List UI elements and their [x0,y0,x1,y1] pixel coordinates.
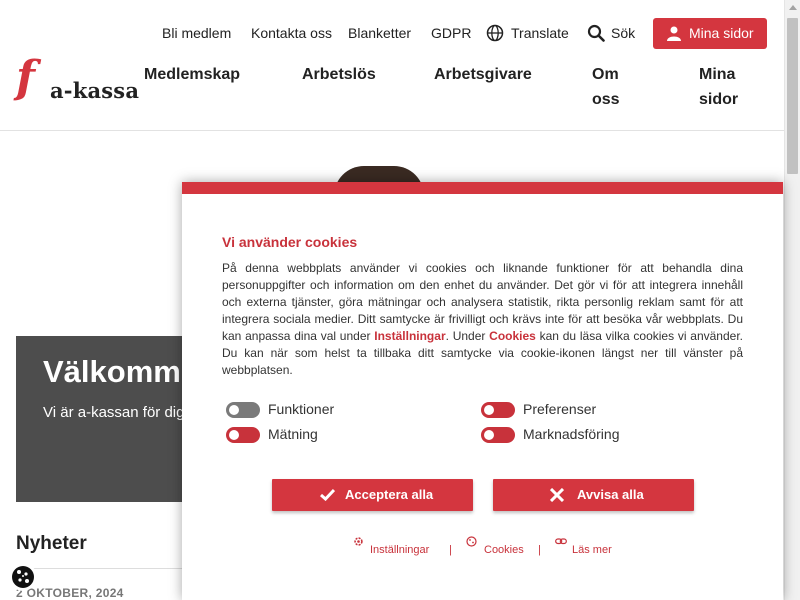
top-link-kontakta-oss[interactable]: Kontakta oss [251,25,332,41]
toggle-marknadsforing[interactable] [481,427,515,443]
cookie-consent-dialog: Vi använder cookies På denna webbplats a… [182,182,783,600]
cookie-text-part2: . Under [445,329,490,343]
mina-sidor-label: Mina sidor [689,25,754,41]
cookie-text-link-installningar[interactable]: Inställningar [374,329,445,343]
check-icon [320,488,336,504]
footer-link-las-mer[interactable]: Läs mer [572,544,612,556]
main-nav-mina-sidor-line1[interactable]: Mina [699,62,735,87]
cookie-dialog-title: Vi använder cookies [222,234,358,250]
toggle-funktioner[interactable] [226,402,260,418]
top-link-bli-medlem[interactable]: Bli medlem [162,25,231,41]
top-link-translate[interactable]: Translate [511,25,569,41]
close-icon [549,487,565,505]
reject-all-label: Avvisa alla [577,487,644,502]
reject-all-button[interactable]: Avvisa alla [493,479,694,511]
toggle-preferenser[interactable] [481,402,515,418]
footer-link-installningar[interactable]: Inställningar [370,544,429,556]
main-nav-medlemskap[interactable]: Medlemskap [144,62,240,87]
toggle-label-marknadsforing: Marknadsföring [523,426,620,442]
logo-text: a-kassa [50,78,140,103]
scroll-thumb[interactable] [787,18,798,174]
mina-sidor-button[interactable]: Mina sidor [653,18,767,49]
footer-link-cookies[interactable]: Cookies [484,544,524,556]
toggle-knob [484,405,494,415]
globe-icon[interactable] [486,24,504,45]
logo-letter: f [16,52,35,103]
accept-all-button[interactable]: Acceptera alla [272,479,473,511]
top-link-blanketter[interactable]: Blanketter [348,25,411,41]
top-link-gdpr[interactable]: GDPR [431,25,471,41]
main-nav-om-oss-line1[interactable]: Om [592,62,619,87]
toggle-knob [229,405,239,415]
toggle-matning[interactable] [226,427,260,443]
main-nav-arbetsgivare[interactable]: Arbetsgivare [434,62,532,87]
link-icon [555,537,567,549]
footer-separator: | [449,544,452,556]
user-icon [667,26,681,44]
cookie-dialog-text: På denna webbplats använder vi cookies o… [222,260,743,379]
footer-separator: | [538,544,541,556]
logo[interactable]: f a-kassa [16,56,146,104]
top-link-sok[interactable]: Sök [611,25,635,41]
toggle-label-preferenser: Preferenser [523,401,597,417]
gear-icon [353,536,364,550]
hero-title: Välkomme [43,354,199,389]
toggle-label-funktioner: Funktioner [268,401,335,417]
main-nav-om-oss-line2[interactable]: oss [592,87,620,112]
site-header: f a-kassa Bli medlem Kontakta oss Blanke… [0,0,784,131]
toggle-label-matning: Mätning [268,426,318,442]
toggle-knob [484,430,494,440]
toggle-knob [229,430,239,440]
main-nav-arbetslos[interactable]: Arbetslös [302,62,376,87]
cookie-text-link-cookies[interactable]: Cookies [489,329,536,343]
page-scrollbar[interactable] [784,0,800,600]
search-icon[interactable] [587,24,605,45]
news-heading: Nyheter [16,533,87,554]
accept-all-label: Acceptera alla [345,487,434,502]
cookie-settings-icon[interactable] [8,562,38,592]
top-nav: Bli medlem Kontakta oss Blanketter GDPR … [0,18,784,50]
cookie-icon [466,536,477,550]
scroll-up-arrow-icon[interactable] [789,5,797,10]
main-nav-mina-sidor-line2[interactable]: sidor [699,87,738,112]
